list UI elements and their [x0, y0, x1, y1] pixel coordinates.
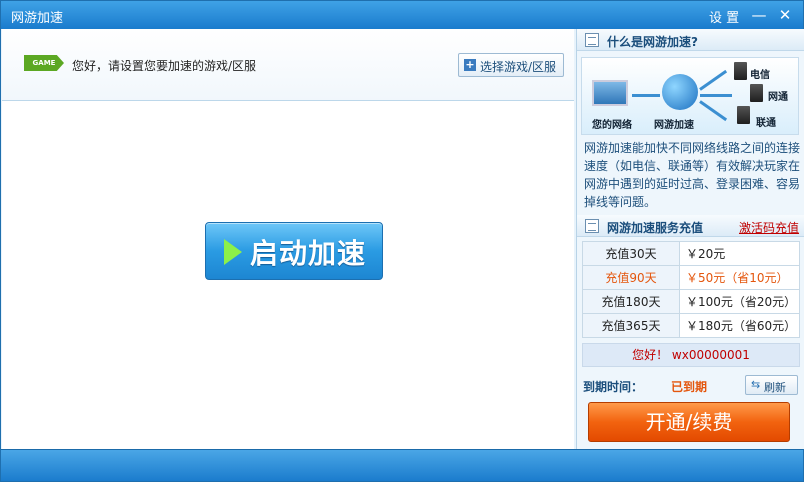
table-row[interactable]: 充值180天 ￥100元（省20元） — [582, 289, 800, 314]
expire-status: 已到期 — [671, 380, 708, 394]
plan-cell: 充值90天 — [582, 265, 680, 290]
document-icon — [585, 219, 599, 233]
table-row[interactable]: 充值90天 ￥50元（省10元） — [582, 265, 800, 290]
network-diagram: 电信 网通 联通 您的网络 网游加速 — [581, 57, 799, 135]
welcome-bar: GAME 您好，请设置您要加速的游戏/区服 + 选择游戏/区服 — [2, 29, 574, 101]
renew-button[interactable]: 开通/续费 — [588, 402, 790, 442]
netcom-label: 网通 — [768, 92, 788, 103]
globe-icon — [662, 74, 698, 110]
window-title: 网游加速 — [11, 11, 64, 26]
plan-cell: 充值365天 — [582, 313, 680, 338]
about-heading: 什么是网游加速? — [607, 35, 698, 49]
telecom-label: 电信 — [750, 70, 770, 81]
close-button[interactable]: ✕ — [775, 5, 795, 25]
unicom-label: 联通 — [756, 118, 776, 129]
settings-button[interactable]: 设 置 — [709, 7, 739, 26]
game-badge-icon: GAME — [24, 55, 64, 71]
play-icon — [224, 239, 242, 265]
title-bar: 网游加速 设 置 — ✕ — [1, 1, 803, 29]
server-icon — [737, 106, 750, 124]
price-cell: ￥180元（省60元） — [679, 313, 800, 338]
minimize-button[interactable]: — — [749, 5, 769, 25]
plus-icon: + — [464, 58, 476, 71]
refresh-label: 刷新 — [764, 381, 786, 394]
arrow-icon — [699, 100, 728, 122]
price-table: 充值30天 ￥20元 充值90天 ￥50元（省10元） 充值180天 ￥100元… — [582, 241, 800, 338]
arrow-icon — [699, 69, 728, 91]
server-icon — [734, 62, 747, 80]
refresh-button[interactable]: ⇆ 刷新 — [745, 375, 798, 395]
user-id: wx00000001 — [671, 348, 750, 362]
greeting-text: 您好！ — [632, 348, 669, 362]
expire-label: 到期时间： — [583, 380, 644, 394]
about-header: 什么是网游加速? — [577, 29, 804, 51]
start-acceleration-label: 启动加速 — [250, 237, 367, 270]
user-greeting: 您好！ wx00000001 — [582, 343, 800, 367]
server-icon — [750, 84, 763, 102]
recharge-header: 网游加速服务充值 激活码充值 — [577, 215, 804, 237]
arrow-icon — [632, 94, 660, 97]
price-cell: ￥20元 — [679, 241, 800, 266]
recharge-heading: 网游加速服务充值 — [607, 221, 704, 235]
plan-cell: 充值180天 — [582, 289, 680, 314]
main-area: GAME 您好，请设置您要加速的游戏/区服 + 选择游戏/区服 启动加速 — [2, 29, 574, 449]
your-network-label: 您的网络 — [592, 120, 632, 131]
select-game-button[interactable]: + 选择游戏/区服 — [458, 53, 564, 77]
about-description: 网游加速能加快不同网络线路之间的连接速度（如电信、联通等）有效解决玩家在网游中遇… — [584, 141, 801, 209]
side-panel: 什么是网游加速? 电信 网通 联通 您的网络 网游加速 网游加速能加快不同网络线… — [576, 29, 804, 449]
start-acceleration-button[interactable]: 启动加速 — [205, 222, 383, 280]
arrow-icon — [700, 94, 732, 97]
select-game-label: 选择游戏/区服 — [480, 60, 557, 74]
status-bar — [1, 449, 803, 481]
document-icon — [585, 33, 599, 47]
table-row[interactable]: 充值30天 ￥20元 — [582, 241, 800, 266]
refresh-icon: ⇆ — [751, 378, 761, 391]
accelerator-label: 网游加速 — [654, 120, 694, 131]
price-cell: ￥50元（省10元） — [679, 265, 800, 290]
price-cell: ￥100元（省20元） — [679, 289, 800, 314]
table-row[interactable]: 充值365天 ￥180元（省60元） — [582, 313, 800, 338]
computer-icon — [592, 80, 628, 106]
app-window: 网游加速 设 置 — ✕ GAME 您好，请设置您要加速的游戏/区服 + 选择游… — [0, 0, 804, 482]
activation-code-link[interactable]: 激活码充值 — [739, 219, 799, 236]
welcome-text: 您好，请设置您要加速的游戏/区服 — [72, 59, 257, 73]
plan-cell: 充值30天 — [582, 241, 680, 266]
